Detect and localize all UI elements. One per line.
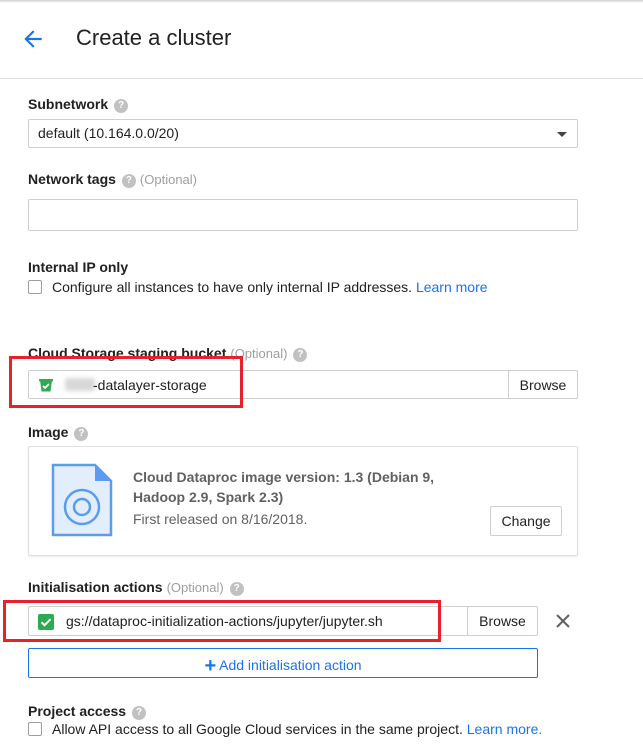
help-icon[interactable]: ? <box>74 427 89 441</box>
network-tags-input[interactable] <box>28 199 578 231</box>
network-tags-label: Network tags? (Optional) <box>28 171 197 188</box>
init-action-browse-button[interactable]: Browse <box>467 606 538 636</box>
add-init-action-button[interactable]: + Add initialisation action <box>28 648 538 678</box>
page-title: Create a cluster <box>76 25 232 50</box>
internal-ip-learn-more-link[interactable]: Learn more <box>416 279 488 295</box>
internal-ip-checkbox[interactable] <box>28 280 42 294</box>
project-access-label: Project access? <box>28 703 147 720</box>
image-label: Image? <box>28 424 89 441</box>
init-actions-label: Initialisation actions (Optional)? <box>28 579 244 596</box>
plus-icon: + <box>204 655 217 677</box>
caret-down-icon <box>557 132 567 137</box>
internal-ip-label: Internal IP only <box>28 259 129 275</box>
subnetwork-label: Subnetwork? <box>28 96 129 113</box>
subnetwork-value: default (10.164.0.0/20) <box>38 125 179 141</box>
arrow-left-icon[interactable] <box>20 26 46 52</box>
subnetwork-select[interactable]: default (10.164.0.0/20) <box>28 119 578 148</box>
highlight-box <box>3 600 441 642</box>
image-release-date: First released on 8/16/2018. <box>133 511 308 527</box>
highlight-box <box>9 356 243 408</box>
page-header: Create a cluster <box>0 0 643 79</box>
project-access-checkbox[interactable] <box>28 722 42 736</box>
help-icon[interactable]: ? <box>114 99 129 113</box>
close-icon[interactable] <box>553 611 573 631</box>
help-icon[interactable]: ? <box>229 582 244 596</box>
image-card: Cloud Dataproc image version: 1.3 (Debia… <box>28 446 578 556</box>
image-change-button[interactable]: Change <box>490 506 562 536</box>
help-icon[interactable]: ? <box>293 348 308 362</box>
image-version-title: Cloud Dataproc image version: 1.3 (Debia… <box>133 469 435 505</box>
help-icon[interactable]: ? <box>132 706 147 720</box>
project-access-learn-more-link[interactable]: Learn more. <box>467 721 542 737</box>
project-access-row: Allow API access to all Google Cloud ser… <box>28 721 542 737</box>
help-icon[interactable]: ? <box>121 174 136 188</box>
staging-bucket-browse-button[interactable]: Browse <box>508 370 578 399</box>
disk-image-icon <box>51 463 113 537</box>
internal-ip-row: Configure all instances to have only int… <box>28 279 488 295</box>
